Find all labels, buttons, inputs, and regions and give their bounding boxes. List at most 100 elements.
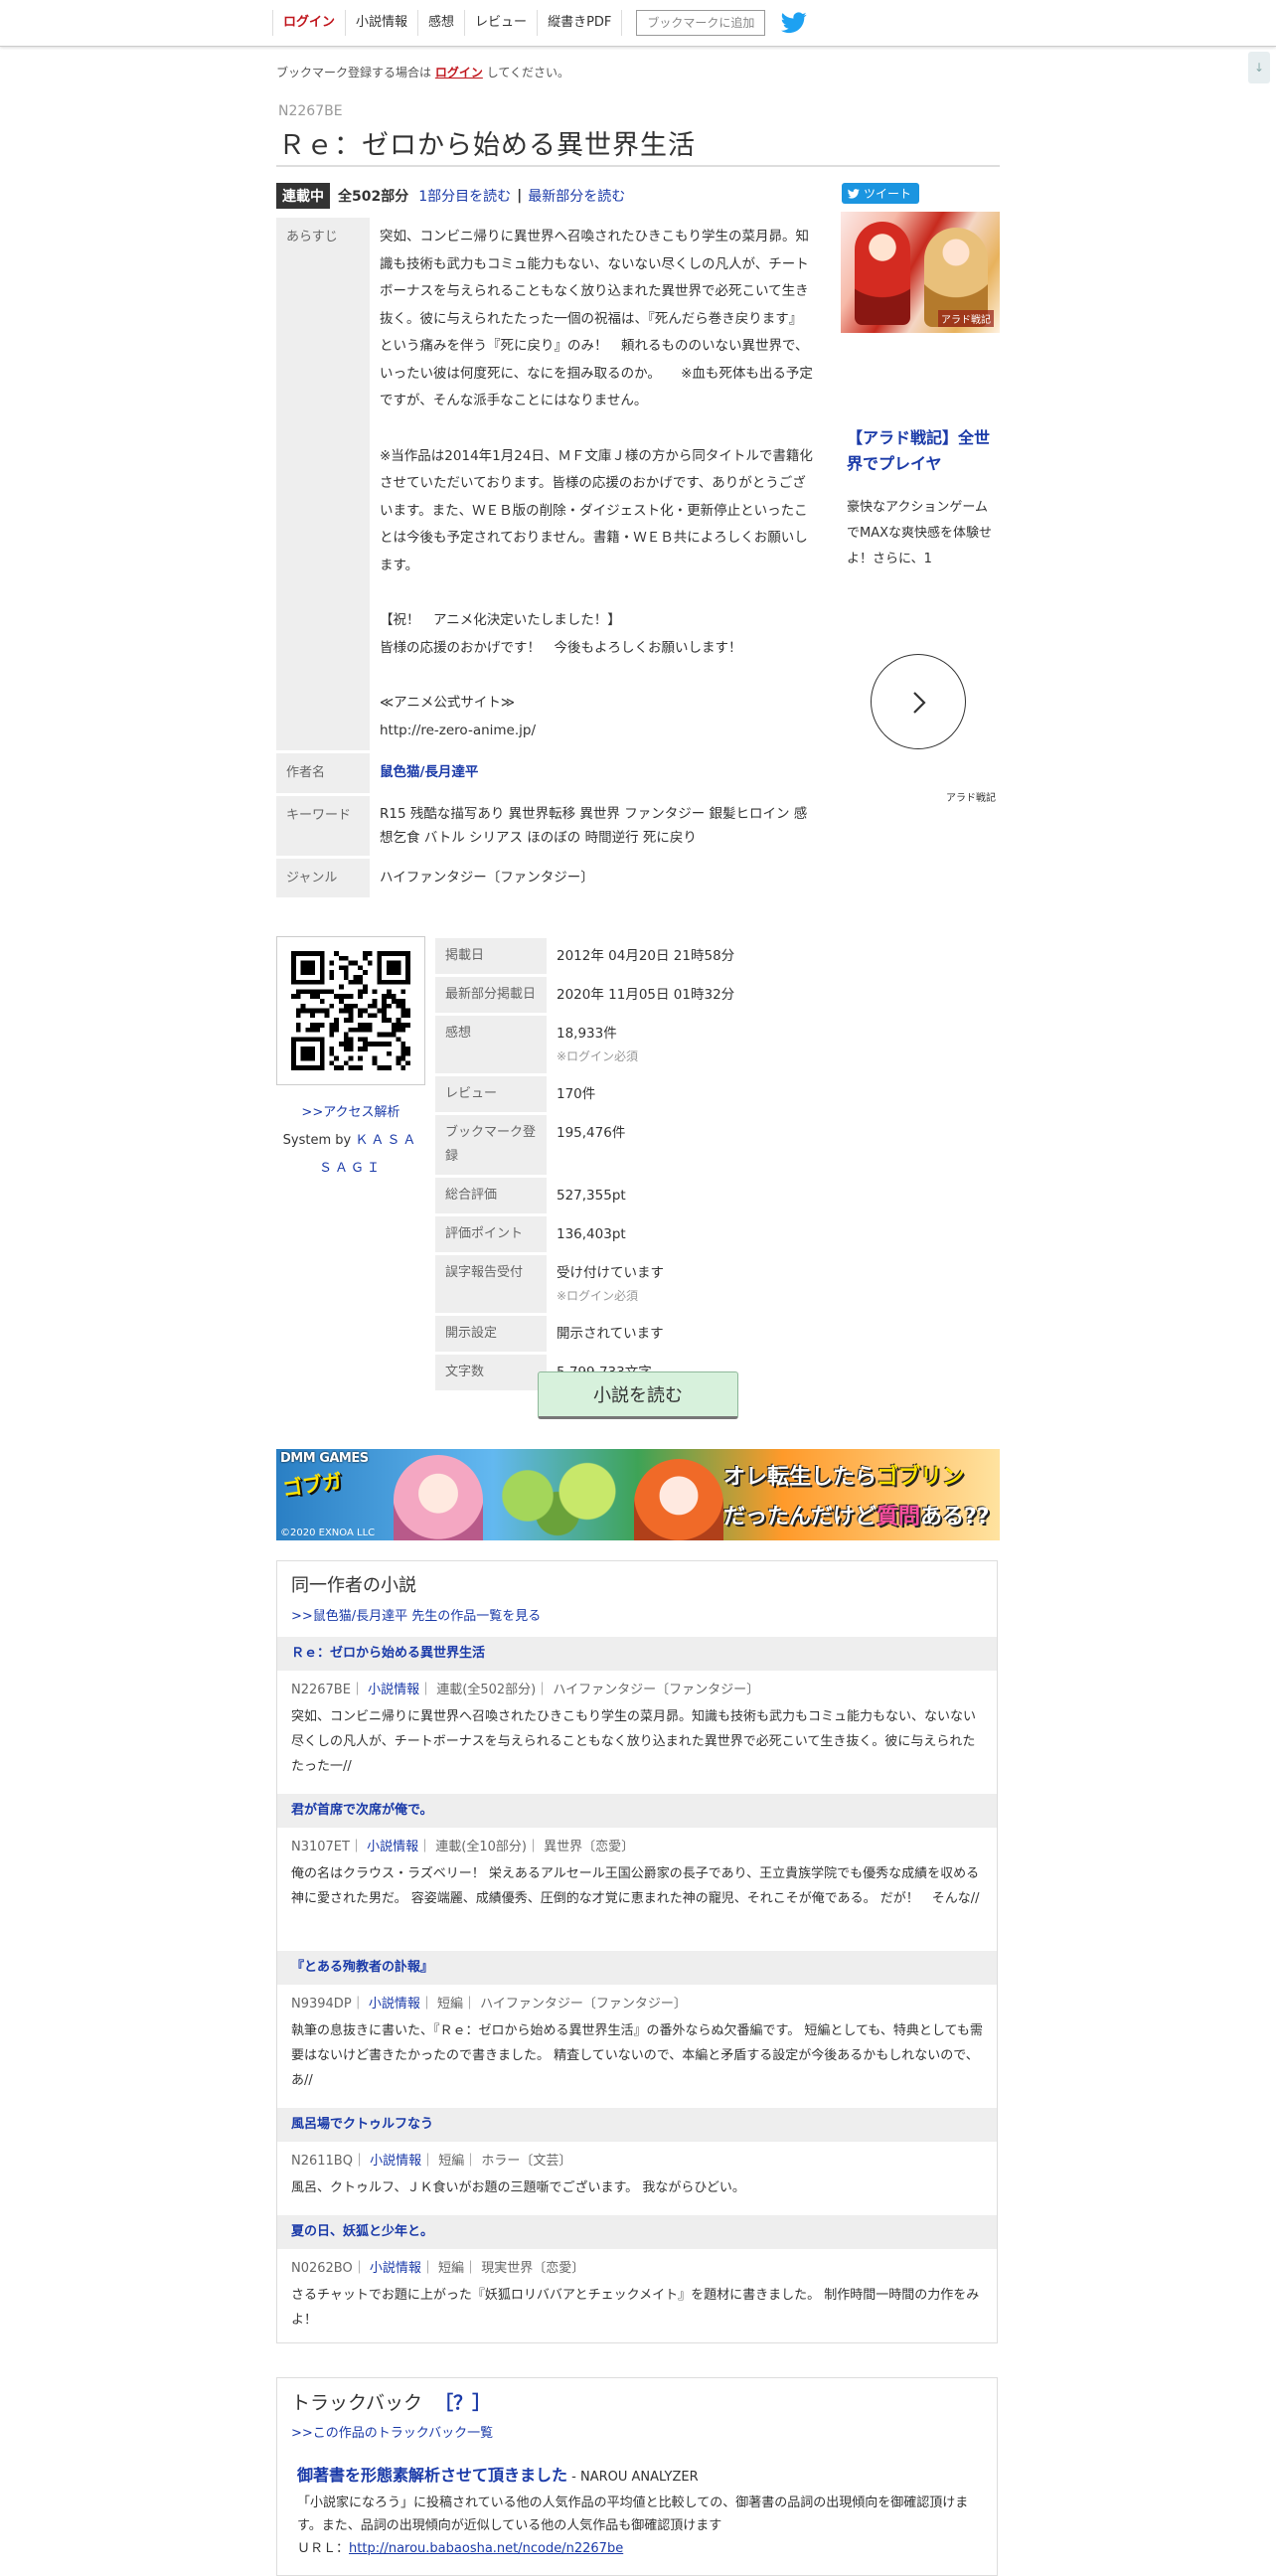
stats-row: ブックマーク登録 195,476件	[435, 1115, 894, 1175]
novel-item-info-link[interactable]: 小説情報	[367, 1840, 418, 1854]
stats-row: レビュー 170件	[435, 1076, 894, 1112]
trackback-url-link[interactable]: http://narou.babaosha.net/ncode/n2267be	[349, 2541, 623, 2556]
novel-info-table: あらすじ 突如、コンビニ帰りに異世界へ召喚されたひきこもり学生の菜月昴。知識も技…	[276, 215, 823, 900]
keywords: R15 残酷な描写あり 異世界転移 異世界 ファンタジー 銀髪ヒロイン 感想乞食…	[380, 805, 808, 846]
stats-label: 最新部分掲載日	[435, 977, 547, 1013]
novel-item-ncode: N2611BQ	[291, 2154, 353, 2169]
trackback-title: トラックバック	[291, 2392, 423, 2414]
banner-game-logo: ゴブガ	[280, 1468, 344, 1502]
novel-item-info-link[interactable]: 小説情報	[370, 2261, 421, 2276]
stats-row: 誤字報告受付 受け付けています ※ログイン必須	[435, 1255, 894, 1313]
stats-value-cell: 2012年 04月20日 21時58分	[547, 938, 894, 974]
trackback-list-link[interactable]: >>この作品のトラックバック一覧	[291, 2422, 493, 2441]
login-note-text: ブックマーク登録する場合は	[276, 66, 432, 80]
trackback-entry-link[interactable]: 御著書を形態素解析させて頂きました	[297, 2466, 567, 2485]
game-ad-banner[interactable]: DMM GAMES ゴブガ オレ転生したらゴブリン だったんだけど質問ある?? …	[276, 1449, 1000, 1540]
author-novel-item: 風呂場でクトゥルフなう N2611BQ｜ 小説情報｜ 短編｜ ホラー〔文芸〕 風呂、…	[277, 2108, 997, 2200]
keyword-row: キーワード R15 残酷な描写あり 異世界転移 異世界 ファンタジー 銀髪ヒロイ…	[276, 795, 823, 856]
novel-item-excerpt: さるチャットでお題に上がった『妖狐ロリババアとチェックメイト』を題材に書きました…	[291, 2288, 980, 2328]
trackback-section: トラックバック ［？］ >>この作品のトラックバック一覧 御著書を形態素解析させ…	[276, 2377, 998, 2576]
novel-item-type: 連載(全10部分)	[435, 1840, 527, 1854]
novel-item-meta: N2611BQ｜ 小説情報｜ 短編｜ ホラー〔文芸〕	[291, 2154, 572, 2169]
novel-item-title-link[interactable]: 風呂場でクトゥルフなう	[291, 2117, 433, 2132]
stats-value: 開示されています	[557, 1326, 664, 1342]
stats-value: 2020年 11月05日 01時32分	[557, 987, 735, 1003]
tweet-label: ツイート	[864, 187, 912, 201]
author-label: 作者名	[276, 753, 370, 793]
ad-headline[interactable]: 【アラド戦記】全世界でプレイヤ	[847, 425, 996, 477]
novel-item-ncode: N2267BE	[291, 1683, 351, 1697]
stats-label: 評価ポイント	[435, 1216, 547, 1252]
novel-item-meta: N3107ET｜ 小説情報｜ 連載(全10部分)｜ 異世界〔恋愛〕	[291, 1840, 635, 1854]
tweet-button[interactable]: ツイート	[842, 183, 920, 204]
read-first-link[interactable]: 1部分目を読む	[418, 186, 511, 206]
section-title: 同一作者の小説	[291, 1575, 416, 1596]
nav-vertical-pdf[interactable]: 縦書きPDF	[538, 10, 623, 36]
ad-next-button[interactable]	[871, 654, 966, 749]
banner-text: ある??	[920, 1505, 990, 1530]
login-note-text-after: してください。	[486, 66, 569, 80]
ad-character-figure	[855, 222, 910, 325]
add-bookmark-button[interactable]: ブックマークに追加	[636, 10, 766, 36]
read-novel-button[interactable]: 小説を読む	[538, 1371, 738, 1419]
stats-label: レビュー	[435, 1076, 547, 1112]
access-analysis-link[interactable]: >>アクセス解析	[276, 1101, 425, 1120]
bookmark-login-note: ブックマーク登録する場合は ログイン してください。	[276, 64, 569, 80]
banner-brand: DMM GAMES	[280, 1451, 369, 1466]
genre-row: ジャンル ハイファンタジー〔ファンタジー〕	[276, 858, 823, 897]
nav-login[interactable]: ログイン	[272, 10, 347, 36]
banner-text-highlight: 質問	[877, 1505, 921, 1530]
stats-label: ブックマーク登録	[435, 1115, 547, 1175]
novel-item-genre: 現実世界〔恋愛〕	[481, 2261, 585, 2276]
novel-item-genre: 異世界〔恋愛〕	[544, 1840, 635, 1854]
nav-impressions[interactable]: 感想	[418, 10, 466, 36]
stats-value-cell: 136,403pt	[547, 1216, 894, 1252]
read-latest-link[interactable]: 最新部分を読む	[528, 186, 625, 206]
novel-title: Ｒｅ：ゼロから始める異世界生活	[278, 130, 696, 161]
login-link[interactable]: ログイン	[435, 66, 483, 80]
author-novel-item: 君が首席で次席が俺で。 N3107ET｜ 小説情報｜ 連載(全10部分)｜ 異世界…	[277, 1794, 997, 1911]
novel-item-title-link[interactable]: 君が首席で次席が俺で。	[291, 1803, 432, 1818]
nav-novel-info[interactable]: 小説情報	[346, 10, 419, 36]
synopsis-row: あらすじ 突如、コンビニ帰りに異世界へ召喚されたひきこもり学生の菜月昴。知識も技…	[276, 218, 823, 750]
ad-image[interactable]: アラド戦記	[841, 212, 1000, 333]
login-required-note: ※ログイン必須	[557, 1049, 639, 1063]
same-author-section: 同一作者の小説 >>鼠色猫/長月達平 先生の作品一覧を見る Ｒｅ：ゼロから始める…	[276, 1560, 998, 2343]
stats-row: 感想 18,933件 ※ログイン必須	[435, 1016, 894, 1073]
synopsis: 突如、コンビニ帰りに異世界へ召喚されたひきこもり学生の菜月昴。知識も技術も武力も…	[370, 218, 823, 750]
novel-item-title-link[interactable]: 『とある殉教者の訃報』	[291, 1960, 433, 1975]
genre: ハイファンタジー〔ファンタジー〕	[380, 869, 594, 886]
keyword-label: キーワード	[276, 795, 370, 856]
ad-game-logo: アラド戦記	[938, 310, 994, 327]
author-works-link[interactable]: >>鼠色猫/長月達平 先生の作品一覧を見る	[291, 1605, 541, 1624]
novel-item-title-bar: 風呂場でクトゥルフなう	[277, 2108, 997, 2142]
stats-value-cell: 開示されています	[547, 1316, 894, 1352]
top-navigation: ログイン 小説情報 感想 レビュー 縦書きPDF ブックマークに追加	[0, 0, 1276, 47]
novel-item-info-link[interactable]: 小説情報	[370, 2154, 421, 2169]
novel-item-title-link[interactable]: Ｒｅ：ゼロから始める異世界生活	[291, 1646, 485, 1661]
novel-item-title-bar: 夏の日、妖狐と少年と。	[277, 2215, 997, 2249]
novel-item-title-link[interactable]: 夏の日、妖狐と少年と。	[291, 2224, 433, 2239]
stats-value: 136,403pt	[557, 1226, 626, 1242]
novel-item-meta: N9394DP｜ 小説情報｜ 短編｜ ハイファンタジー〔ファンタジー〕	[291, 1997, 687, 2012]
nav-reviews[interactable]: レビュー	[465, 10, 539, 36]
trackback-help-link[interactable]: ［？］	[434, 2392, 491, 2414]
novel-item-info-link[interactable]: 小説情報	[368, 1683, 419, 1697]
ad-sponsor: アラド戦記	[946, 793, 996, 804]
qr-code-icon	[291, 951, 410, 1070]
scroll-down-button[interactable]: ↓	[1248, 52, 1270, 83]
stats-label: 誤字報告受付	[435, 1255, 547, 1313]
stats-value: 170件	[557, 1086, 596, 1102]
novel-item-info-link[interactable]: 小説情報	[369, 1997, 420, 2012]
trackback-url: ＵＲＬ：http://narou.babaosha.net/ncode/n226…	[297, 2537, 623, 2556]
author-novel-item: 夏の日、妖狐と少年と。 N0262BO｜ 小説情報｜ 短編｜ 現実世界〔恋愛〕 さる…	[277, 2215, 997, 2333]
stats-value-cell: 195,476件	[547, 1115, 894, 1175]
novel-item-title-bar: Ｒｅ：ゼロから始める異世界生活	[277, 1637, 997, 1671]
twitter-bird-icon[interactable]	[781, 12, 807, 34]
ad-body: 豪快なアクションゲームでMAXな爽快感を体験せよ！さらに、1	[847, 500, 993, 566]
novel-item-type: 連載(全502部分)	[436, 1683, 537, 1697]
author-link[interactable]: 鼠色猫/長月達平	[380, 764, 478, 780]
stats-label: 掲載日	[435, 938, 547, 974]
novel-item-meta: N2267BE｜ 小説情報｜ 連載(全502部分)｜ ハイファンタジー〔ファンタ…	[291, 1683, 760, 1697]
synopsis-paragraph: 【祝！ アニメ化決定いたしました！】 皆様の応援のおかげです！ 今後もよろしくお…	[380, 612, 742, 656]
